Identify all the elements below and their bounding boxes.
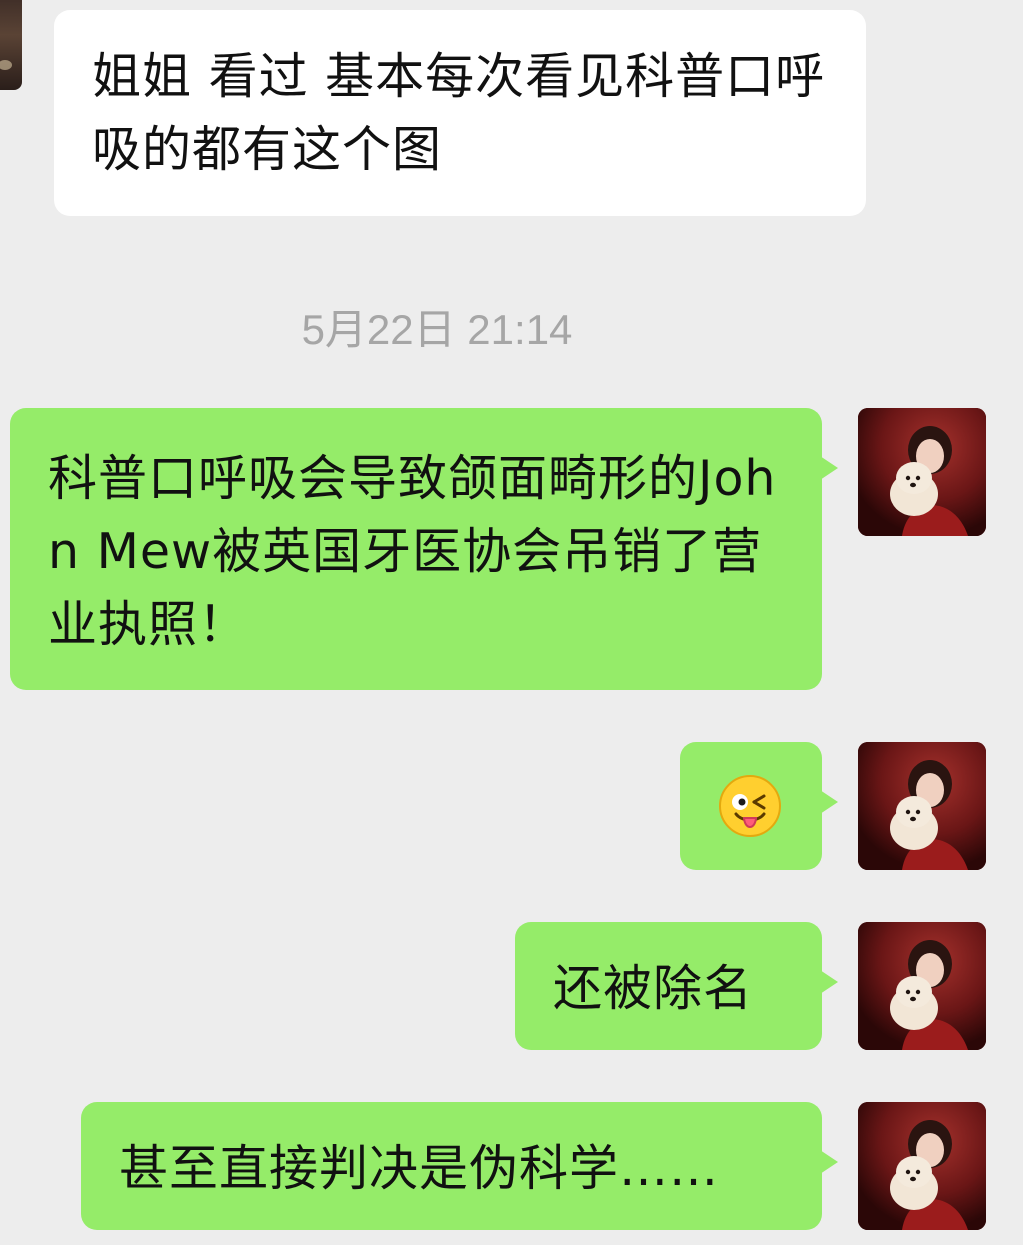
- avatar-woman-with-dog-icon: [858, 922, 986, 1050]
- chat-screen: 姐姐 看过 基本每次看见科普口呼吸的都有这个图 5月22日 21:14 科普口呼…: [0, 0, 1023, 1245]
- contact-avatar[interactable]: [0, 0, 22, 90]
- incoming-message-bubble[interactable]: 姐姐 看过 基本每次看见科普口呼吸的都有这个图: [54, 10, 866, 216]
- outgoing-message-bubble[interactable]: 科普口呼吸会导致颌面畸形的John Mew被英国牙医协会吊销了营业执照！: [10, 408, 838, 690]
- avatar-woman-with-dog-icon: [858, 742, 986, 870]
- outgoing-message-text: 甚至直接判决是伪科学……: [119, 1140, 720, 1197]
- self-avatar[interactable]: [858, 922, 986, 1050]
- incoming-message-text: 姐姐 看过 基本每次看见科普口呼吸的都有这个图: [92, 48, 826, 178]
- outgoing-message-text: 还被除名: [553, 960, 754, 1017]
- chat-timestamp: 5月22日 21:14: [301, 306, 573, 353]
- avatar-woman-with-dog-icon: [858, 1102, 986, 1230]
- self-avatar[interactable]: [858, 742, 986, 870]
- self-avatar[interactable]: [858, 1102, 986, 1230]
- outgoing-message-text: 科普口呼吸会导致颌面畸形的John Mew被英国牙医协会吊销了营业执照！: [48, 450, 777, 653]
- outgoing-message-bubble[interactable]: 甚至直接判决是伪科学……: [81, 1102, 838, 1230]
- avatar-woman-with-dog-icon: [858, 408, 986, 536]
- self-avatar[interactable]: [858, 408, 986, 536]
- wink-tongue-emoji: [719, 775, 781, 837]
- outgoing-message-bubble[interactable]: 还被除名: [515, 922, 838, 1050]
- outgoing-emoji-bubble[interactable]: [680, 742, 838, 870]
- emoji-container: [718, 774, 782, 838]
